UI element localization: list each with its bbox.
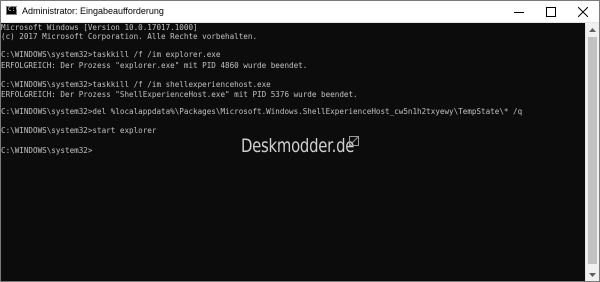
scroll-thumb[interactable]: [588, 37, 597, 264]
close-button[interactable]: [567, 1, 599, 22]
console-line: Microsoft Windows [Version 10.0.17017.10…: [1, 23, 198, 32]
window-title: Administrator: Eingabeaufforderung: [22, 6, 164, 16]
console-line: C:\WINDOWS\system32>: [1, 146, 93, 155]
console-window: C:\ Administrator: Eingabeaufforderung M…: [0, 0, 600, 282]
cmd-icon-prompt: C:\: [8, 6, 19, 13]
minimize-icon: [514, 11, 524, 13]
maximize-icon: [546, 6, 556, 17]
console-line: ERFOLGREICH: Der Prozess "explorer.exe" …: [1, 61, 308, 70]
console-line: C:\WINDOWS\system32>del %localappdata%\P…: [1, 107, 523, 116]
scroll-down-button[interactable]: [586, 268, 599, 281]
console-line: C:\WINDOWS\system32>start explorer: [1, 126, 157, 135]
title-bar[interactable]: C:\ Administrator: Eingabeaufforderung: [1, 1, 599, 23]
watermark-mark-icon: [349, 136, 359, 146]
minimize-button[interactable]: [503, 1, 535, 22]
scroll-up-button[interactable]: [586, 23, 599, 36]
cmd-icon[interactable]: C:\: [6, 6, 19, 15]
console-line: (c) 2017 Microsoft Corporation. Alle Rec…: [1, 32, 258, 41]
scroll-down-arrow-icon: [589, 272, 596, 277]
console-line: C:\WINDOWS\system32>taskkill /f /im expl…: [1, 50, 221, 59]
watermark-logo: Deskmodder.de: [241, 135, 355, 157]
close-icon: [578, 6, 588, 17]
scroll-up-arrow-icon: [589, 27, 596, 32]
maximize-button[interactable]: [535, 1, 567, 22]
vertical-scrollbar[interactable]: [585, 23, 599, 281]
console-line: ERFOLGREICH: Der Prozess "ShellExperienc…: [1, 90, 358, 99]
console-line: C:\WINDOWS\system32>taskkill /f /im shel…: [1, 80, 271, 89]
